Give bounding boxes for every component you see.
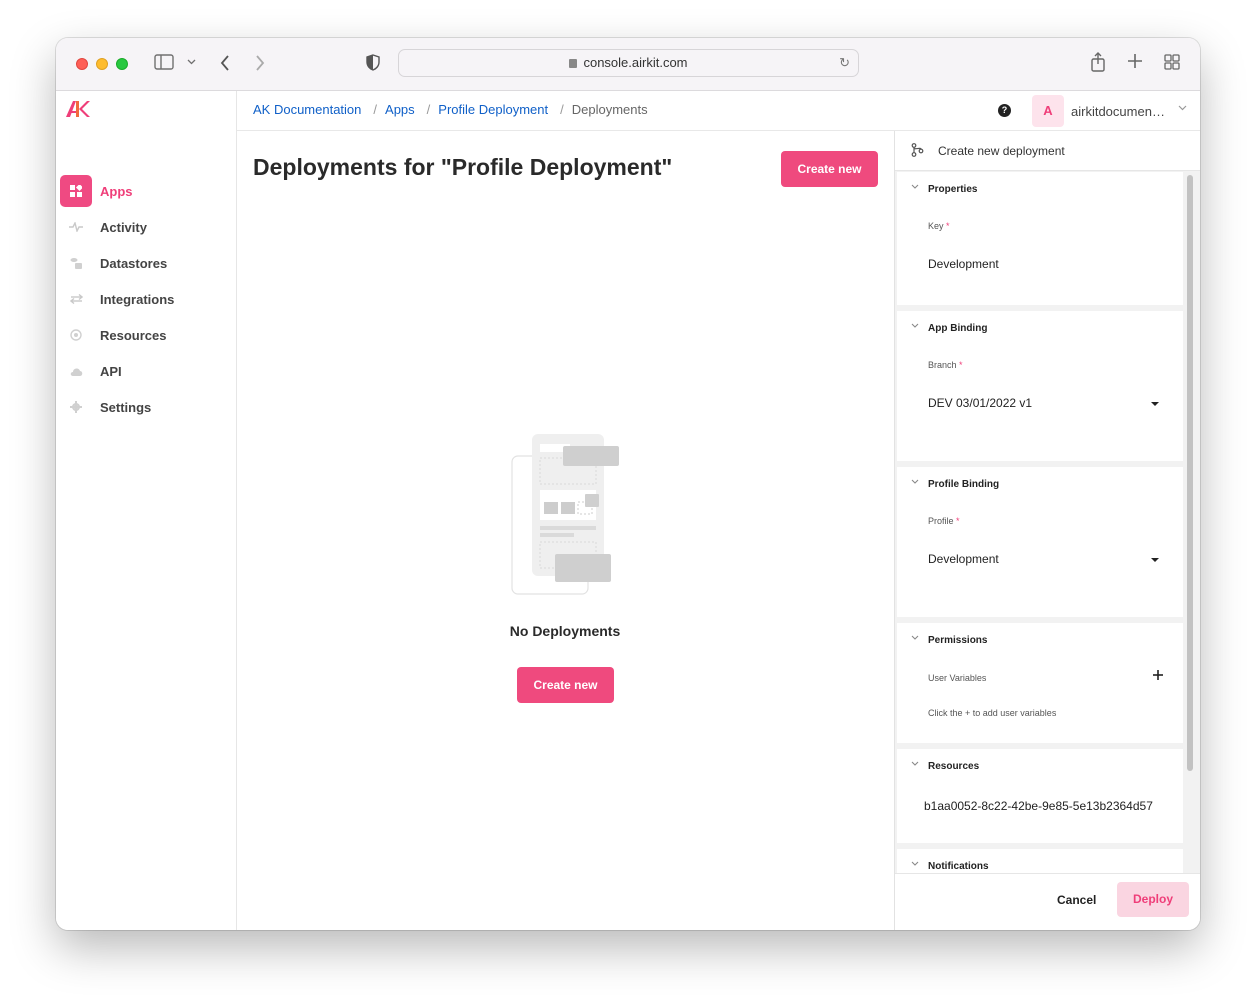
chevron-down-icon[interactable] [911, 477, 919, 487]
breadcrumb: AK Documentation / Apps / Profile Deployment… [253, 102, 656, 117]
cancel-button[interactable]: Cancel [1057, 893, 1096, 907]
tab-overview-icon[interactable] [1164, 54, 1180, 76]
sidebar-toggle-icon[interactable] [154, 54, 174, 76]
field-label: Profile * [928, 516, 960, 526]
empty-create-new-button[interactable]: Create new [517, 667, 614, 703]
sidebar-item-integrations[interactable]: Integrations [60, 283, 230, 315]
breadcrumb-separator: / [373, 102, 378, 117]
section-title[interactable]: Resources [928, 761, 979, 772]
empty-state-illustration [508, 432, 628, 603]
zoom-window-button[interactable] [116, 58, 128, 70]
key-field[interactable]: Development [928, 257, 999, 271]
properties-section: Properties Key * Development [897, 172, 1183, 305]
breadcrumb-current: Deployments [571, 102, 648, 117]
profile-binding-section: Profile Binding Profile * Development [897, 467, 1183, 617]
breadcrumb-item[interactable]: AK Documentation [253, 102, 361, 117]
section-title[interactable]: Properties [928, 184, 977, 195]
airkit-logo[interactable] [66, 101, 90, 122]
section-title[interactable]: App Binding [928, 323, 987, 334]
sidebar-item-label: Settings [100, 399, 152, 415]
sidebar-item-label: Resources [100, 327, 167, 343]
lock-icon [569, 59, 578, 68]
chevron-down-icon[interactable] [911, 633, 919, 643]
avatar[interactable]: A [1032, 95, 1064, 127]
share-icon[interactable] [1090, 52, 1106, 78]
breadcrumb-item[interactable]: Profile Deployment [438, 102, 548, 117]
caret-down-icon[interactable] [1151, 558, 1159, 562]
resource-id[interactable]: b1aa0052-8c22-42be-9e85-5e13b2364d57 [924, 799, 1153, 813]
branch-icon [911, 143, 924, 160]
user-variables-label: User Variables [928, 673, 987, 683]
forward-icon[interactable] [254, 54, 266, 78]
permissions-hint: Click the + to add user variables [928, 708, 1057, 718]
deploy-button[interactable]: Deploy [1117, 882, 1189, 917]
sidebar-item-settings[interactable]: Settings [60, 391, 230, 423]
panel-header: Create new deployment [895, 131, 1200, 171]
chevron-down-icon[interactable] [911, 859, 919, 869]
chevron-down-icon[interactable] [1178, 102, 1187, 114]
browser-toolbar: console.airkit.com ↻ [56, 38, 1200, 91]
panel-footer: Cancel Deploy [895, 873, 1200, 930]
account-area: ? A airkitdocumentation [980, 91, 1200, 131]
new-tab-icon[interactable] [1127, 53, 1143, 75]
create-new-button[interactable]: Create new [781, 151, 878, 187]
resources-section: Resources b1aa0052-8c22-42be-9e85-5e13b2… [897, 749, 1183, 843]
breadcrumb-separator: / [560, 102, 564, 117]
panel-scrollbar[interactable] [1187, 175, 1193, 771]
app-binding-section: App Binding Branch * DEV 03/01/2022 v1 [897, 311, 1183, 461]
sidebar: Apps Activity Datastores Integrations Re… [56, 91, 237, 930]
empty-state-title: No Deployments [509, 623, 621, 639]
branch-select[interactable]: DEV 03/01/2022 v1 [928, 396, 1032, 410]
create-deployment-panel: Create new deployment Properties Key * D… [894, 131, 1200, 930]
sidebar-item-datastores[interactable]: Datastores [60, 247, 230, 279]
settings-icon [60, 391, 92, 423]
address-bar[interactable]: console.airkit.com ↻ [398, 49, 859, 77]
reload-icon[interactable]: ↻ [839, 50, 850, 76]
integrations-icon [60, 283, 92, 315]
permissions-section: Permissions User Variables Click the + t… [897, 623, 1183, 743]
sidebar-item-apps[interactable]: Apps [60, 175, 230, 207]
url-text: console.airkit.com [583, 55, 688, 70]
breadcrumb-separator: / [426, 102, 431, 117]
field-label: Branch * [928, 360, 963, 370]
sidebar-item-label: API [100, 363, 122, 379]
datastores-icon [60, 247, 92, 279]
resources-icon [60, 319, 92, 351]
panel-title: Create new deployment [938, 144, 1065, 158]
sidebar-item-label: Apps [100, 183, 133, 199]
api-icon [60, 355, 92, 387]
field-label: Key * [928, 221, 950, 231]
section-title[interactable]: Permissions [928, 635, 987, 646]
page-title: Deployments for "Profile Deployment" [253, 154, 673, 180]
back-icon[interactable] [219, 54, 231, 78]
apps-icon [60, 175, 92, 207]
sidebar-item-label: Activity [100, 219, 147, 235]
sidebar-item-label: Integrations [100, 291, 175, 307]
shield-icon[interactable] [366, 54, 380, 77]
sidebar-item-activity[interactable]: Activity [60, 211, 230, 243]
close-window-button[interactable] [76, 58, 88, 70]
sidebar-item-label: Datastores [100, 255, 168, 271]
chevron-down-icon[interactable] [911, 321, 919, 331]
help-icon[interactable]: ? [998, 104, 1011, 117]
sidebar-item-api[interactable]: API [60, 355, 230, 387]
section-title[interactable]: Notifications [928, 861, 989, 872]
breadcrumb-item[interactable]: Apps [385, 102, 415, 117]
chevron-down-icon[interactable] [911, 759, 919, 769]
chevron-down-icon[interactable] [187, 54, 196, 78]
browser-window: console.airkit.com ↻ Apps Activity Datas… [56, 38, 1200, 930]
minimize-window-button[interactable] [96, 58, 108, 70]
caret-down-icon[interactable] [1151, 402, 1159, 406]
account-name[interactable]: airkitdocumentation [1071, 104, 1166, 119]
add-icon[interactable] [1153, 667, 1163, 685]
sidebar-item-resources[interactable]: Resources [60, 319, 230, 351]
profile-select[interactable]: Development [928, 552, 999, 566]
chevron-down-icon[interactable] [911, 182, 919, 192]
section-title[interactable]: Profile Binding [928, 479, 999, 490]
activity-icon [60, 211, 92, 243]
